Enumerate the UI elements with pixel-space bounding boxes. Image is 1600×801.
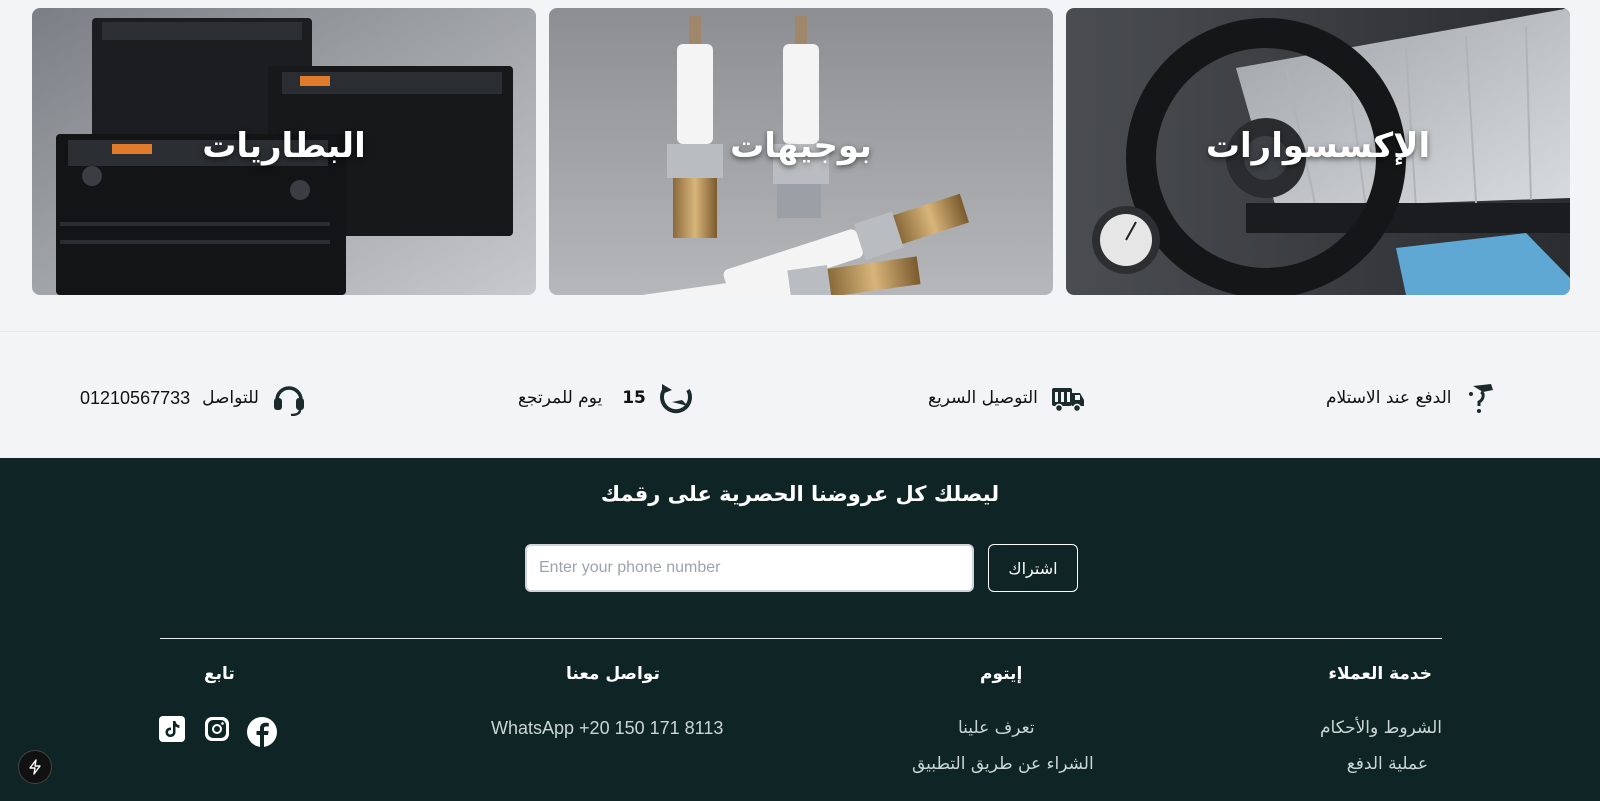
category-card-accessories[interactable]: الإكسسوارات <box>1066 8 1570 295</box>
return-arrow-icon <box>659 384 692 414</box>
terms-link[interactable]: الشروط والأحكام <box>1320 718 1442 738</box>
company-heading: إيتوم <box>980 664 1023 684</box>
feature-cash-on-delivery: الدفع عند الاستلام <box>1326 380 1499 416</box>
category-card-batteries[interactable]: البطاريات <box>32 8 536 295</box>
lightning-bolt-icon[interactable] <box>18 750 52 784</box>
feature-returns: 15 يوم للمرتجع <box>518 380 694 416</box>
feature-fast-delivery: التوصيل السريع <box>928 380 1086 416</box>
follow-heading: تابع <box>204 664 235 684</box>
newsletter-title: ليصلك كل عروضنا الحصرية على رقمك <box>600 482 1000 506</box>
category-label: بوجيهات <box>730 126 872 166</box>
customer-service-heading: خدمة العملاء <box>1328 664 1432 684</box>
tiktok-icon[interactable] <box>159 716 185 742</box>
returns-days-number: 15 <box>622 388 646 408</box>
about-us-link[interactable]: تعرف علينا <box>958 718 1035 738</box>
footer-divider <box>160 638 1442 639</box>
contact-us-heading: تواصل معنا <box>566 664 660 684</box>
hand-money-icon <box>1469 384 1494 413</box>
feature-contact: للتواصل 01210567733 <box>80 380 307 416</box>
whatsapp-link[interactable]: WhatsApp +20 150 171 8113 <box>491 718 723 739</box>
feature-contact-label: للتواصل <box>202 388 259 408</box>
instagram-icon[interactable] <box>204 716 230 742</box>
feature-returns-label: يوم للمرتجع <box>518 388 603 408</box>
feature-delivery-label: التوصيل السريع <box>928 388 1038 408</box>
buy-via-app-link[interactable]: الشراء عن طريق التطبيق <box>912 754 1094 774</box>
phone-number-input[interactable] <box>525 544 974 592</box>
delivery-truck-icon <box>1051 388 1084 413</box>
features-strip: الدفع عند الاستلام التوصيل السريع 15 يوم… <box>0 331 1600 458</box>
payment-process-link[interactable]: عملية الدفع <box>1347 754 1428 774</box>
category-card-spark-plugs[interactable]: بوجيهات <box>549 8 1053 295</box>
category-cards: البطاريات بوجيهات الإكسسوارات <box>32 8 1570 295</box>
category-label: البطاريات <box>202 126 366 166</box>
headset-icon <box>273 386 304 416</box>
category-label: الإكسسوارات <box>1205 126 1431 166</box>
facebook-icon[interactable] <box>246 716 278 748</box>
subscribe-button[interactable]: اشتراك <box>988 544 1078 592</box>
footer: ليصلك كل عروضنا الحصرية على رقمك اشتراك … <box>0 458 1600 801</box>
contact-phone[interactable]: 01210567733 <box>80 388 190 409</box>
feature-cod-label: الدفع عند الاستلام <box>1326 388 1452 408</box>
